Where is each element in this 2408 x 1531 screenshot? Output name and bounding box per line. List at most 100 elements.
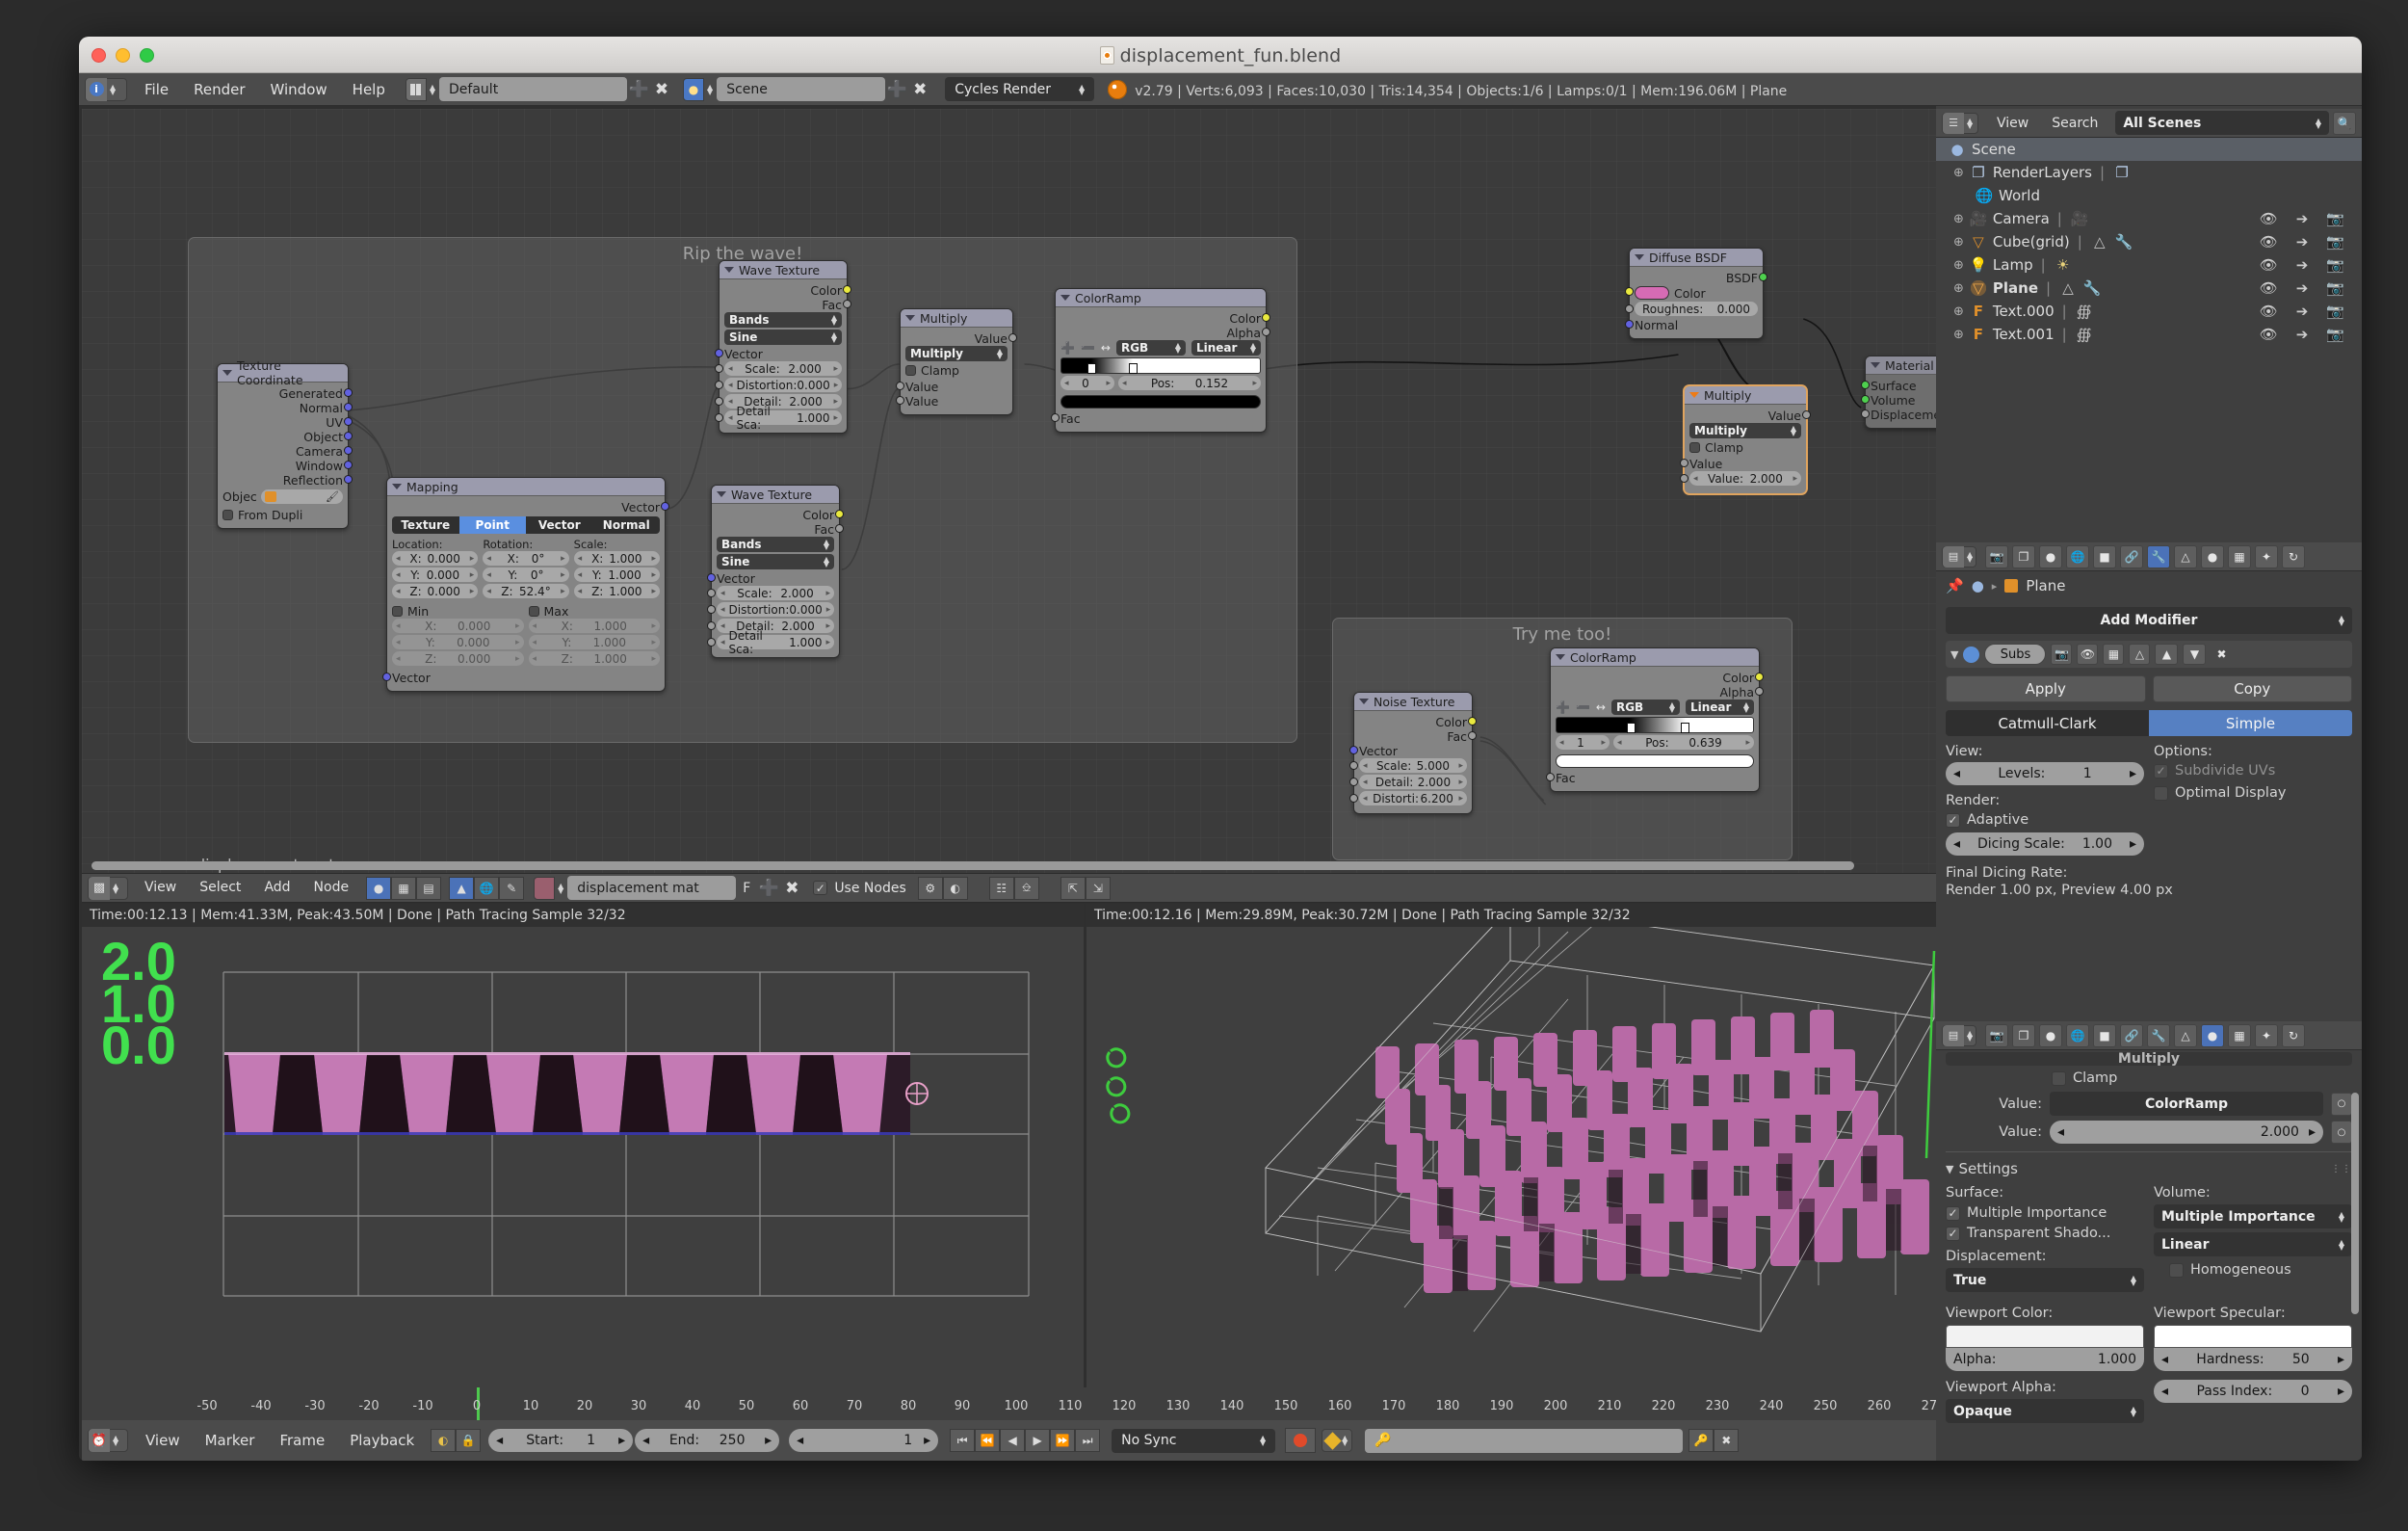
menu-render[interactable]: Render bbox=[181, 73, 257, 106]
add-scene-button[interactable]: ➕ bbox=[885, 77, 908, 101]
editor-type-selector-timeline[interactable]: ⏰ ▲ ▼ bbox=[88, 1429, 128, 1452]
wave2-detail-scale-field[interactable]: ◂ Detail Sca: 1.000 ▸ bbox=[717, 629, 834, 656]
socket-row-reflection[interactable]: Reflection bbox=[222, 473, 353, 488]
viewport-front-ortho[interactable]: Time:00:12.13 | Mem:41.33M, Peak:43.50M … bbox=[82, 904, 1084, 1461]
colorramp2-interpolation[interactable]: Linear ▲ ▼ bbox=[1685, 700, 1754, 715]
modifier-delete-button[interactable]: ✖ bbox=[2211, 644, 2232, 665]
tl-menu-view[interactable]: View bbox=[133, 1420, 193, 1461]
eyedropper-icon[interactable]: 🖌 bbox=[326, 490, 339, 503]
homogeneous-toggle[interactable]: Homogeneous bbox=[2154, 1262, 2352, 1278]
socket-row-window[interactable]: Window bbox=[222, 459, 353, 473]
socket-cr2-color[interactable] bbox=[1755, 673, 1764, 681]
socket-wave2-color[interactable] bbox=[835, 510, 844, 518]
restrict-view-icon[interactable]: 👁 bbox=[2260, 256, 2278, 274]
outliner-menu-view[interactable]: View bbox=[1987, 116, 2038, 131]
expand-icon[interactable]: ⊕ bbox=[1953, 166, 1964, 180]
colorramp2-stop-0[interactable] bbox=[1627, 723, 1636, 733]
max-y-field[interactable]: ◂ Y: 1.000 ▸ bbox=[528, 635, 660, 649]
add-screen-layout-button[interactable]: ➕ bbox=[627, 77, 650, 101]
rotation-x-field[interactable]: ◂ X: 0° ▸ bbox=[483, 551, 569, 566]
socket-row-cr2-fac[interactable]: Fac bbox=[1546, 771, 1754, 785]
socket-row-wave1-color[interactable]: Color bbox=[724, 283, 851, 298]
material-value1-field[interactable]: ColorRamp bbox=[2050, 1092, 2323, 1116]
remove-stop-icon[interactable]: ➖ bbox=[1576, 700, 1590, 714]
editor-type-selector-properties[interactable]: ▤ ▲ ▼ bbox=[1942, 545, 1976, 568]
tab-data-icon[interactable]: △ bbox=[2174, 1023, 2197, 1047]
node-colorramp-2[interactable]: ColorRamp Color Alpha ➕ ➖ ↔ RGB ▲ ▼ Linear… bbox=[1546, 647, 1764, 792]
flip-ramp-icon[interactable]: ↔ bbox=[1596, 700, 1606, 714]
add-modifier-button[interactable]: Add Modifier ▲ ▼ bbox=[1946, 607, 2352, 634]
socket-row-mul1-value-in-2[interactable]: Value bbox=[896, 394, 1008, 409]
tl-menu-frame[interactable]: Frame bbox=[267, 1420, 337, 1461]
shader-type-toggle[interactable]: ● bbox=[366, 876, 392, 900]
linestyle-shader-toggle[interactable]: ✎ bbox=[499, 876, 525, 900]
subdivision-catmull-clark-button[interactable]: Catmull-Clark bbox=[1946, 710, 2149, 736]
object-shader-toggle[interactable]: ▲ bbox=[449, 876, 475, 900]
material-value1-link-button[interactable]: ○ bbox=[2331, 1092, 2352, 1116]
multiply2-clamp-toggle[interactable]: Clamp bbox=[1689, 440, 1801, 455]
colorramp1-stop-1[interactable] bbox=[1129, 363, 1139, 374]
wave1-profile-selector[interactable]: Sine ▲ ▼ bbox=[724, 330, 842, 345]
jump-next-keyframe-icon[interactable]: ⏩ bbox=[1050, 1429, 1076, 1452]
restrict-select-icon[interactable]: ➔ bbox=[2296, 279, 2309, 297]
checkbox-max[interactable] bbox=[528, 606, 539, 617]
node-menu-select[interactable]: Select bbox=[188, 873, 252, 903]
socket-row-cr2-color[interactable]: Color bbox=[1556, 671, 1764, 685]
restrict-render-icon[interactable]: 📷 bbox=[2326, 326, 2344, 343]
socket-mul1-value-in-1[interactable] bbox=[896, 382, 904, 390]
checkbox-transparent-shadows[interactable]: ✓ bbox=[1946, 1226, 1960, 1241]
socket-row-cr1-fac[interactable]: Fac bbox=[1051, 411, 1261, 426]
material-name-field[interactable]: displacement mat bbox=[567, 876, 737, 900]
collapse-triangle-icon[interactable] bbox=[1060, 295, 1070, 301]
tl-menu-playback[interactable]: Playback bbox=[337, 1420, 427, 1461]
socket-displacement[interactable] bbox=[1861, 409, 1870, 418]
socket-row-wave2-fac[interactable]: Fac bbox=[717, 522, 844, 537]
socket-row-mapping-vector-out[interactable]: Vector bbox=[392, 500, 669, 515]
wave1-scale-field[interactable]: ◂ Scale: 2.000 ▸ bbox=[724, 361, 842, 376]
wave1-detail-scale-field[interactable]: ◂ Detail Sca: 1.000 ▸ bbox=[724, 405, 842, 432]
socket-row-generated[interactable]: Generated bbox=[222, 386, 353, 401]
socket-row-noise-color[interactable]: Color bbox=[1359, 715, 1477, 729]
diffuse-color-swatch[interactable] bbox=[1635, 286, 1669, 300]
rotation-z-field[interactable]: ◂ Z: 52.4° ▸ bbox=[483, 584, 569, 598]
multiply1-operation-selector[interactable]: Multiply ▲ ▼ bbox=[905, 346, 1008, 361]
properties-editor-modifier[interactable]: ▤ ▲ ▼ 📷 ❐ ● 🌐 ■ 🔗 🔧 △ ● ▦ ✦ ↻ 📌 ● ▸ Plan… bbox=[1936, 542, 2362, 1015]
outliner-row-text-000[interactable]: ⊕ F Text.000 | ∰ 👁 ➔ 📷 bbox=[1936, 300, 2362, 323]
socket-row-mul1-value-out[interactable]: Value bbox=[905, 331, 1017, 346]
restrict-render-icon[interactable]: 📷 bbox=[2326, 279, 2344, 297]
socket-noise-vector[interactable] bbox=[1349, 746, 1358, 754]
tab-data-icon[interactable]: △ bbox=[2174, 544, 2197, 568]
min-y-field[interactable]: ◂ Y: 0.000 ▸ bbox=[392, 635, 524, 649]
transparent-shadows-toggle[interactable]: ✓ Transparent Shado... bbox=[1946, 1226, 2144, 1241]
node-menu-node[interactable]: Node bbox=[302, 873, 361, 903]
expand-icon[interactable]: ⊕ bbox=[1953, 304, 1964, 319]
colorramp2-gradient[interactable] bbox=[1556, 717, 1754, 733]
node-header-wave-texture-2[interactable]: Wave Texture bbox=[712, 486, 839, 504]
material-value2-field[interactable]: ◂ 2.000 ▸ bbox=[2050, 1121, 2323, 1144]
editor-type-selector-info[interactable]: i ▲ ▼ bbox=[85, 77, 127, 101]
auto-keyframe-icon[interactable] bbox=[1285, 1428, 1317, 1453]
restrict-view-icon[interactable]: 👁 bbox=[2260, 233, 2278, 251]
tab-scene-icon[interactable]: ● bbox=[2039, 544, 2062, 568]
properties-editor-material[interactable]: ▤ ▲ ▼ 📷 ❐ ● 🌐 ■ 🔗 🔧 △ ● ▦ ✦ ↻ Multiply C… bbox=[1936, 1021, 2362, 1461]
socket-object[interactable] bbox=[344, 432, 353, 440]
restrict-view-icon[interactable]: 👁 bbox=[2260, 210, 2278, 227]
wave2-distortion-field[interactable]: ◂ Distortion: 0.000 ▸ bbox=[717, 602, 834, 617]
modifier-move-up-button[interactable]: ▲ bbox=[2155, 644, 2179, 665]
socket-row-cr1-color[interactable]: Color bbox=[1060, 311, 1270, 326]
tab-modifiers-icon[interactable]: 🔧 bbox=[2147, 544, 2170, 568]
socket-noise-scale[interactable] bbox=[1349, 761, 1358, 770]
socket-wave2-detail[interactable] bbox=[707, 621, 716, 630]
play-reverse-icon[interactable]: ◀ bbox=[1000, 1429, 1026, 1452]
subdivide-uvs-toggle[interactable]: ✓ Subdivide UVs bbox=[2154, 763, 2352, 779]
socket-row-normal[interactable]: Normal bbox=[222, 401, 353, 415]
checkbox-clamp[interactable] bbox=[2052, 1070, 2066, 1086]
sync-mode-selector[interactable]: No Sync ▲ ▼ bbox=[1112, 1428, 1276, 1453]
viewport-color-swatch[interactable] bbox=[1946, 1325, 2144, 1348]
socket-mul2-value-out[interactable] bbox=[1802, 410, 1811, 419]
hardness-field[interactable]: ◂ Hardness: 50 ▸ bbox=[2154, 1348, 2352, 1371]
socket-uv[interactable] bbox=[344, 417, 353, 426]
node-mapping[interactable]: Mapping Vector Texture Point Vector Norm… bbox=[382, 477, 669, 692]
subdivision-simple-button[interactable]: Simple bbox=[2149, 710, 2352, 736]
socket-mul2-value-in-1[interactable] bbox=[1680, 459, 1688, 467]
